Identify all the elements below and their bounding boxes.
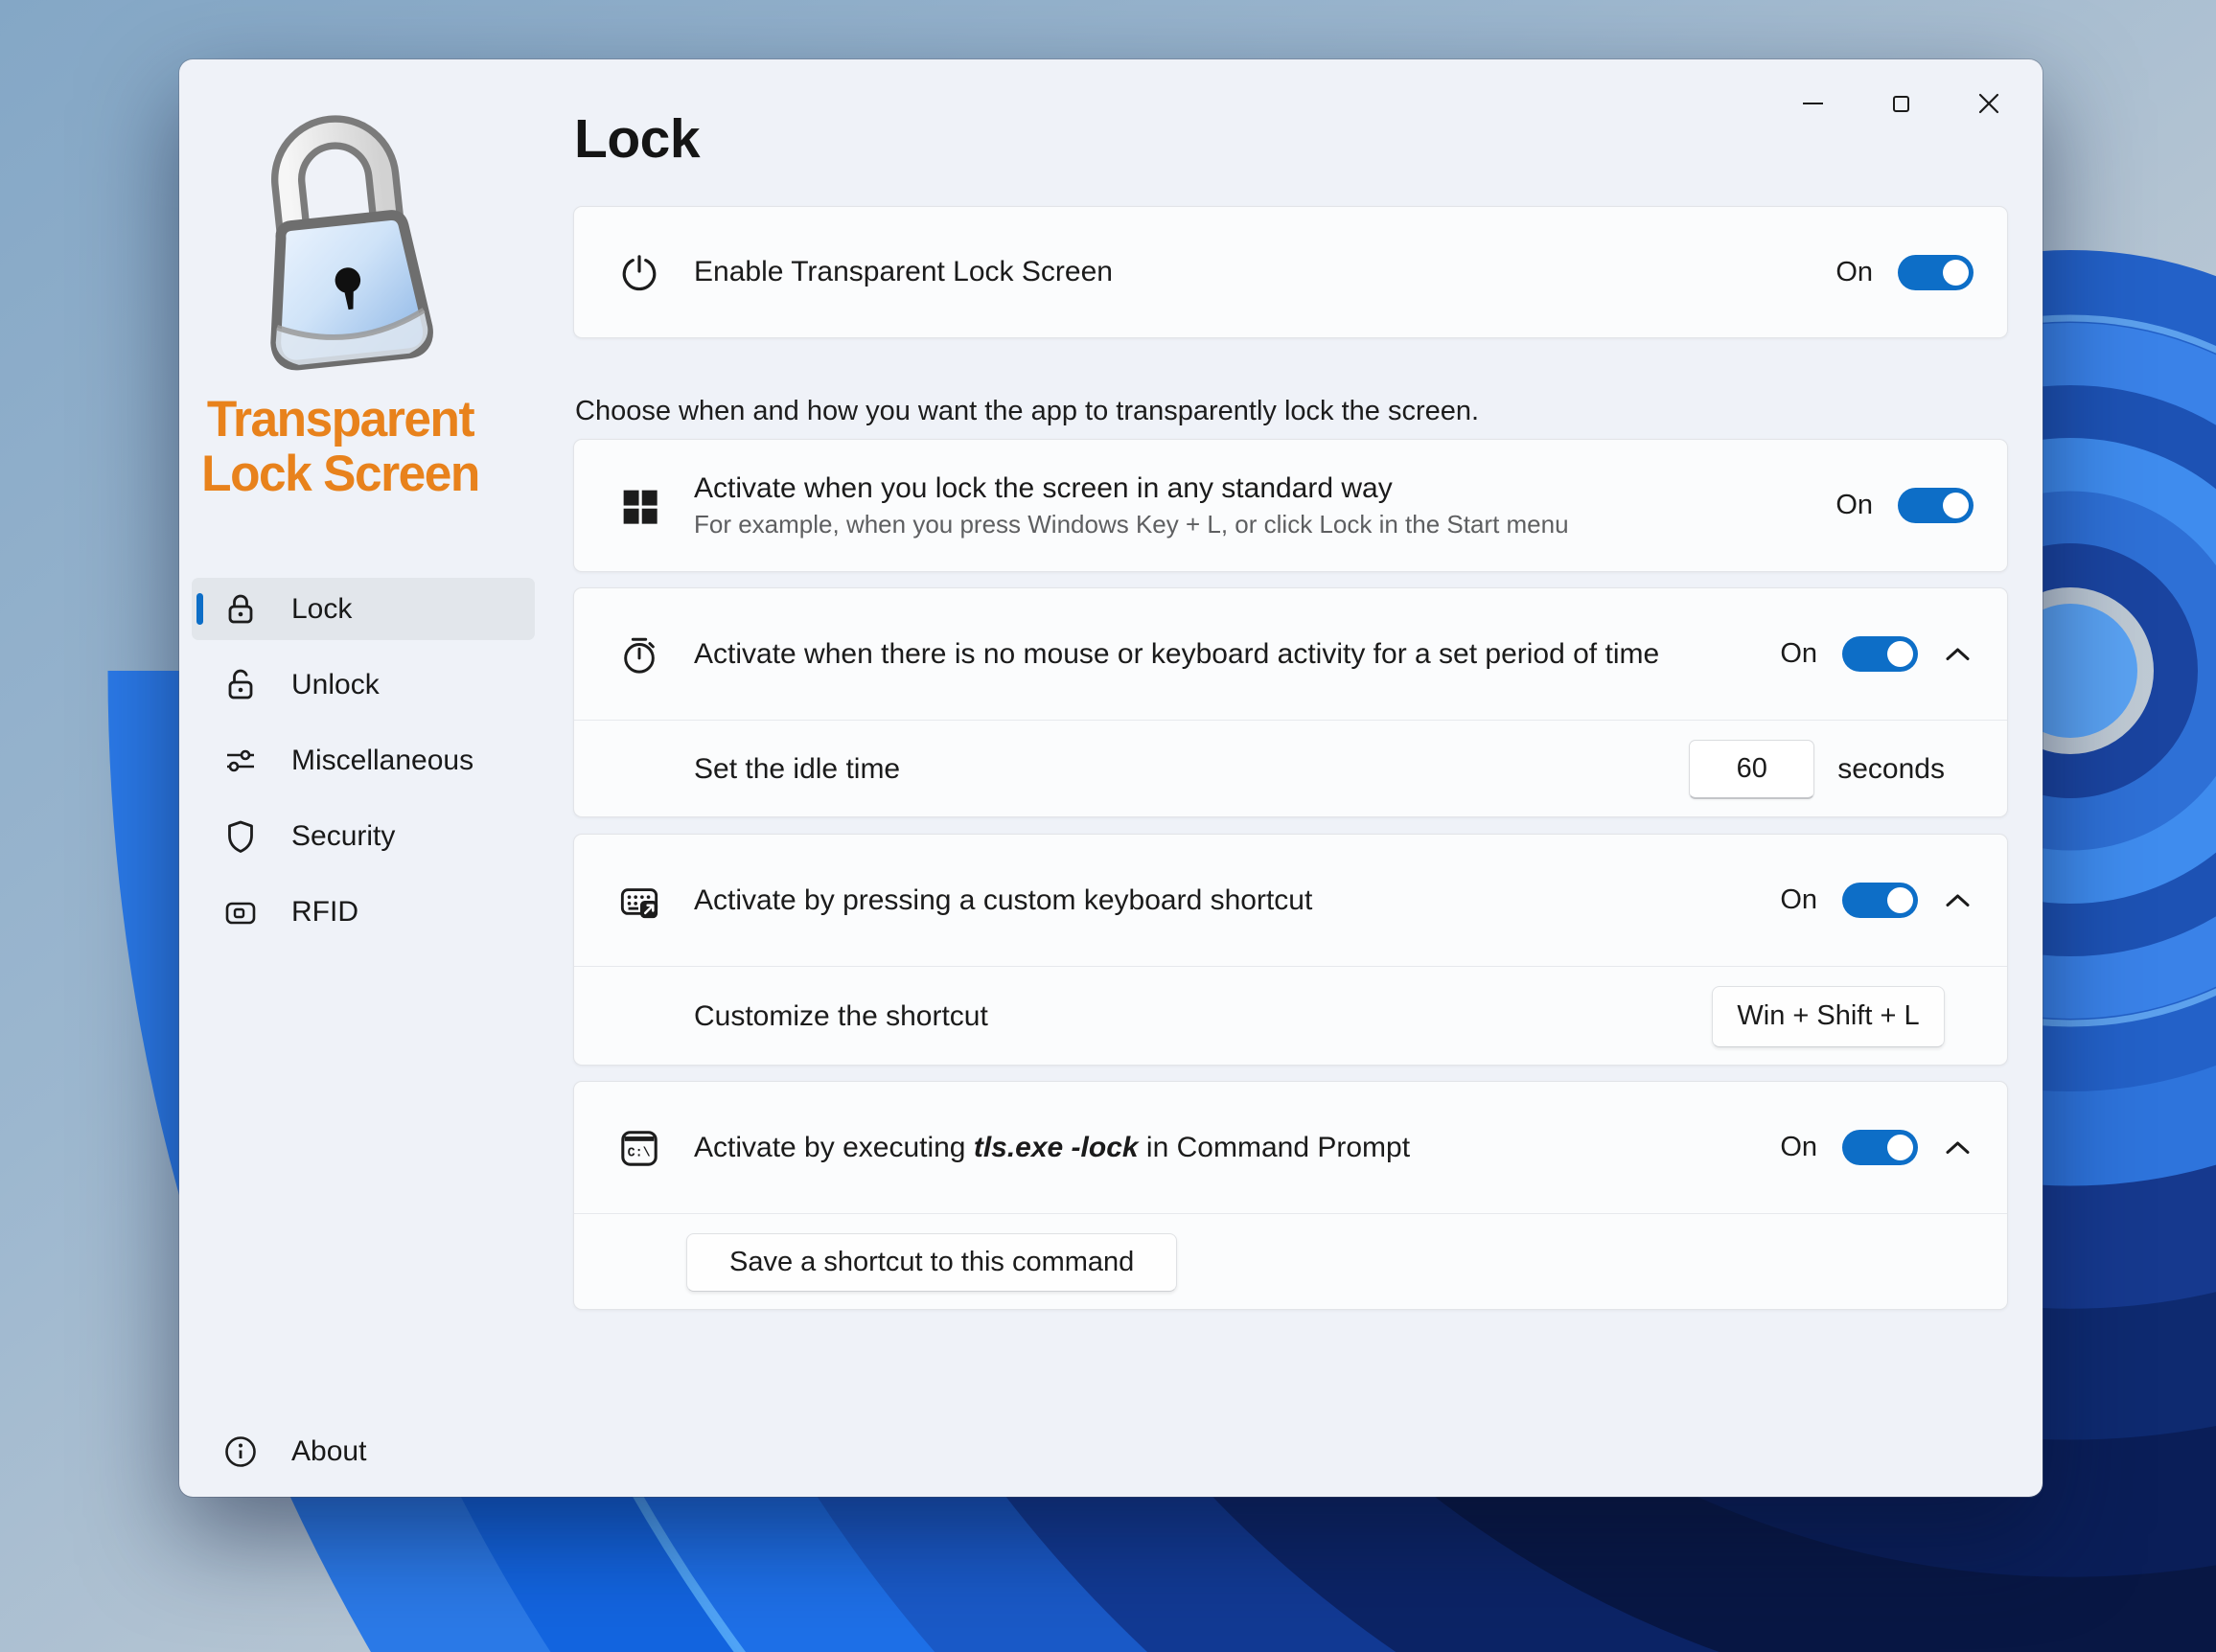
sidebar-item-unlock[interactable]: Unlock (192, 654, 535, 716)
command-title: Activate by executing tls.exe -lock in C… (694, 1131, 1411, 1163)
command-text: tls.exe -lock (973, 1131, 1139, 1163)
unlock-icon (221, 666, 260, 704)
app-logo: Transparent Lock Screen (179, 84, 501, 501)
sidebar-item-miscellaneous[interactable]: Miscellaneous (192, 729, 535, 792)
save-shortcut-button[interactable]: Save a shortcut to this command (686, 1233, 1178, 1292)
toggle-state-label: On (1835, 490, 1873, 520)
logo-line1: Transparent (206, 391, 475, 447)
standard-toggle[interactable] (1898, 488, 1974, 523)
keyboard-shortcut-card: Activate by pressing a custom keyboard s… (573, 834, 2008, 1066)
standard-lock-card: Activate when you lock the screen in any… (573, 439, 2008, 572)
idle-title: Activate when there is no mouse or keybo… (694, 637, 1660, 670)
window-controls (1768, 59, 2043, 148)
shortcut-toggle[interactable] (1842, 883, 1918, 918)
sidebar-item-label: RFID (291, 895, 358, 928)
toggle-state-label: On (1780, 1132, 1817, 1162)
shortcut-value-button[interactable]: Win + Shift + L (1712, 985, 1945, 1047)
shortcut-title: Activate by pressing a custom keyboard s… (694, 883, 1313, 916)
app-window: Transparent Lock Screen Lock Unlock Misc… (179, 59, 2043, 1497)
app-logo-text: Transparent Lock Screen (184, 392, 496, 501)
maximize-button[interactable] (1857, 61, 1945, 146)
keyboard-shortcut-icon (619, 881, 659, 921)
idle-seconds-input[interactable] (1689, 739, 1815, 799)
page-title: Lock (574, 108, 701, 170)
sidebar-nav: Lock Unlock Miscellaneous Security RFID (192, 578, 535, 956)
sidebar: Transparent Lock Screen Lock Unlock Misc… (179, 59, 573, 1497)
idle-toggle[interactable] (1842, 636, 1918, 672)
collapse-chevron-up-icon[interactable] (1945, 1139, 1971, 1156)
sidebar-item-label: Unlock (291, 668, 380, 700)
sidebar-item-label: Lock (291, 592, 353, 625)
standard-title: Activate when you lock the screen in any… (694, 472, 1393, 504)
desktop: { "colors": { "accent": "#0d6ec7", "logo… (0, 0, 2216, 1652)
close-icon (1978, 93, 1999, 114)
sidebar-item-label: Miscellaneous (291, 744, 474, 776)
sidebar-item-rfid[interactable]: RFID (192, 881, 535, 943)
collapse-chevron-up-icon[interactable] (1945, 892, 1971, 908)
close-button[interactable] (1945, 61, 2033, 146)
standard-subtitle: For example, when you press Windows Key … (694, 510, 1569, 539)
idle-time-label: Set the idle time (694, 752, 901, 785)
minimize-button[interactable] (1768, 61, 1857, 146)
padlock-logo-icon (270, 115, 433, 371)
stopwatch-icon (619, 634, 659, 675)
lock-icon (221, 590, 260, 629)
maximize-icon (1892, 95, 1909, 112)
sidebar-item-lock[interactable]: Lock (192, 578, 535, 640)
shield-icon (221, 817, 260, 856)
collapse-chevron-up-icon[interactable] (1945, 646, 1971, 662)
command-prompt-card: C:\ Activate by executing tls.exe -lock … (573, 1081, 2008, 1310)
idle-unit-label: seconds (1837, 752, 1945, 785)
sliders-icon (221, 742, 260, 780)
enable-card: Enable Transparent Lock Screen On (573, 206, 2008, 338)
windows-logo-icon (619, 486, 659, 526)
sidebar-about: About (192, 1420, 535, 1496)
sidebar-item-about[interactable]: About (192, 1420, 535, 1482)
svg-text:C:\: C:\ (628, 1146, 651, 1160)
logo-line2: Lock Screen (201, 446, 480, 502)
sidebar-item-security[interactable]: Security (192, 805, 535, 867)
toggle-state-label: On (1835, 256, 1873, 287)
enable-label: Enable Transparent Lock Screen (694, 256, 1113, 287)
rfid-card-icon (221, 893, 260, 931)
power-icon (619, 252, 659, 292)
idle-activation-card: Activate when there is no mouse or keybo… (573, 587, 2008, 817)
sidebar-item-label: Security (291, 819, 396, 852)
main-content: Lock Enable Transparent Lock Screen On C… (573, 59, 2008, 1497)
section-caption: Choose when and how you want the app to … (575, 396, 1480, 426)
command-prompt-icon: C:\ (619, 1128, 659, 1168)
toggle-state-label: On (1780, 638, 1817, 669)
toggle-state-label: On (1780, 884, 1817, 915)
minimize-icon (1802, 102, 1823, 105)
command-toggle[interactable] (1842, 1130, 1918, 1165)
info-icon (221, 1433, 260, 1471)
customize-shortcut-label: Customize the shortcut (694, 999, 988, 1032)
sidebar-item-label: About (291, 1434, 367, 1467)
enable-toggle[interactable] (1898, 254, 1974, 290)
